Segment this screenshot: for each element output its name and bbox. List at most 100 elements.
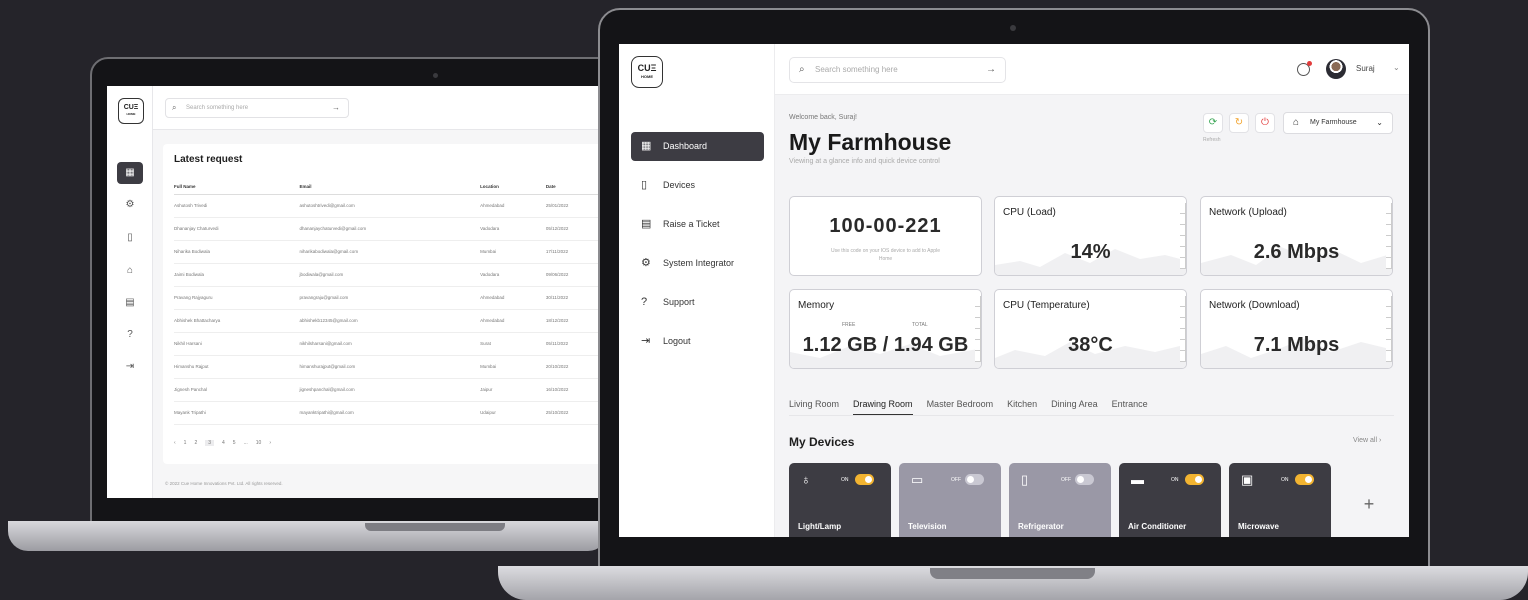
device-card-air-conditioner[interactable]: ▬ ON Air Conditioner bbox=[1119, 463, 1221, 537]
device-state: OFF bbox=[1061, 477, 1071, 483]
logout-icon[interactable]: ⇥ bbox=[123, 360, 137, 374]
back-logo[interactable]: CUΞ HOME bbox=[118, 98, 144, 124]
table-row[interactable]: Mayank Tripathi mayanktripathi@gmail.com U… bbox=[174, 401, 607, 425]
front-laptop-screen: CUΞ HOME ▦ Dashboard ▯ Devices ▤ Raise a Tic… bbox=[619, 44, 1409, 537]
view-all-link[interactable]: View all › bbox=[1353, 437, 1381, 444]
nav-support[interactable]: ? Support bbox=[631, 288, 764, 317]
tab-master-bedroom[interactable]: Master Bedroom bbox=[927, 399, 994, 415]
column-header[interactable]: Full Name bbox=[174, 180, 300, 195]
device-toggle[interactable] bbox=[965, 474, 984, 485]
table-cell: dhananjaychaturvedi@gmail.com bbox=[299, 217, 481, 241]
device-card-television[interactable]: ▭ OFF Television bbox=[899, 463, 1001, 537]
chevron-down-icon[interactable]: ⌄ bbox=[1393, 63, 1400, 72]
nav-dashboard[interactable]: ▦ Dashboard bbox=[631, 132, 764, 161]
device-toggle[interactable] bbox=[1075, 474, 1094, 485]
page-link[interactable]: 10 bbox=[256, 440, 262, 446]
home-select[interactable]: ⌂ My Farmhouse ⌄ bbox=[1283, 112, 1393, 134]
tab-living-room[interactable]: Living Room bbox=[789, 399, 839, 415]
nav-label: System Integrator bbox=[663, 258, 735, 268]
table-row[interactable]: Dhananjay Chaturvedi dhananjaychaturvedi@… bbox=[174, 217, 607, 241]
pagination: ‹ 1 2 3 4 5... 10 › bbox=[174, 440, 271, 446]
device-toggle[interactable] bbox=[1295, 474, 1314, 485]
tile-label: Network (Upload) bbox=[1209, 207, 1287, 218]
logo[interactable]: CUΞ HOME bbox=[631, 56, 663, 88]
integrator-icon[interactable]: ⚙ bbox=[123, 198, 137, 212]
tab-drawing-room[interactable]: Drawing Room bbox=[853, 399, 913, 415]
column-header[interactable]: Email bbox=[299, 180, 481, 195]
table-cell: Ahmedabad bbox=[480, 286, 546, 310]
device-card-light[interactable]: ♁ ON Light/Lamp bbox=[789, 463, 891, 537]
device-state: OFF bbox=[951, 477, 961, 483]
arrow-right-icon[interactable]: → bbox=[986, 58, 996, 82]
card-title: Latest request bbox=[174, 154, 243, 165]
page-link[interactable]: ... bbox=[244, 440, 248, 446]
table-cell: Jignesh Panchal bbox=[174, 378, 300, 402]
devices-icon[interactable]: ▯ bbox=[123, 231, 137, 245]
dashboard-icon[interactable]: ▦ bbox=[117, 162, 143, 184]
back-laptop-notch bbox=[365, 523, 505, 531]
table-row[interactable]: Abhishek Bhattacharya abhishekb12345@gmai… bbox=[174, 309, 607, 333]
page-link[interactable]: ‹ bbox=[174, 440, 176, 446]
home-icon[interactable]: ⌂ bbox=[123, 264, 137, 278]
tile-value: 1.12 GB / 1.94 GB bbox=[802, 334, 969, 356]
table-cell: Himanshu Rajput bbox=[174, 355, 300, 379]
table-row[interactable]: Jignesh Panchal jigneshpanchal@gmail.com J… bbox=[174, 378, 607, 402]
page-title: My Farmhouse bbox=[789, 129, 952, 155]
table-cell: Mumbai bbox=[480, 240, 546, 264]
sync-icon[interactable]: ↻ bbox=[1229, 113, 1249, 133]
page-link[interactable]: 2 bbox=[194, 440, 197, 446]
page-link[interactable]: 4 bbox=[222, 440, 225, 446]
device-state: ON bbox=[841, 477, 849, 483]
column-header[interactable]: Location bbox=[480, 180, 546, 195]
nav-logout[interactable]: ⇥ Logout bbox=[631, 327, 764, 356]
back-search-input[interactable]: ⌕ Search something here → bbox=[165, 98, 349, 118]
table-cell: Udaipur bbox=[480, 401, 546, 425]
user-name[interactable]: Suraj bbox=[1356, 64, 1375, 73]
logo-subtext: HOME bbox=[641, 74, 653, 79]
network-download-tile: Network (Download) 7.1 Mbps bbox=[1200, 289, 1393, 369]
table-row[interactable]: Ashutosh Trivedi ashutoshtrivedi@gmail.co… bbox=[174, 194, 607, 218]
table-row[interactable]: Jaimi Bodiwala jbodiwala@gmail.com Vadodar… bbox=[174, 263, 607, 287]
tab-entrance[interactable]: Entrance bbox=[1112, 399, 1148, 415]
table-row[interactable]: Niharika Bodiwala niharikabodiwala@gmail.… bbox=[174, 240, 607, 264]
page-link[interactable]: 5 bbox=[233, 440, 236, 446]
refresh-icon[interactable]: ⟳ bbox=[1203, 113, 1223, 133]
tab-dining-area[interactable]: Dining Area bbox=[1051, 399, 1098, 415]
power-icon[interactable]: ⏻ bbox=[1255, 113, 1275, 133]
table-cell: niharikabodiwala@gmail.com bbox=[299, 240, 481, 264]
avatar[interactable] bbox=[1326, 59, 1346, 79]
nav-label: Support bbox=[663, 297, 695, 307]
table-row[interactable]: Nikhil Harsani nikhilsharsani@gmail.com Su… bbox=[174, 332, 607, 356]
page-link[interactable]: › bbox=[269, 440, 271, 446]
nav-devices[interactable]: ▯ Devices bbox=[631, 171, 764, 200]
tab-kitchen[interactable]: Kitchen bbox=[1007, 399, 1037, 415]
device-card-microwave[interactable]: ▣ ON Microwave bbox=[1229, 463, 1331, 537]
tile-scale bbox=[1180, 203, 1186, 269]
search-input[interactable]: ⌕ Search something here → bbox=[789, 57, 1006, 83]
gear-icon: ⚙ bbox=[641, 257, 651, 269]
table-row[interactable]: Himanshu Rajput himanshurajput@gmail.com M… bbox=[174, 355, 607, 379]
nav-label: Raise a Ticket bbox=[663, 219, 720, 229]
ticket-icon[interactable]: ▤ bbox=[123, 296, 137, 310]
page-link[interactable]: 3 bbox=[205, 440, 215, 446]
tile-scale bbox=[1386, 296, 1392, 362]
table-row[interactable]: Pravang Rajyaguru pravangraju@gmail.com Ah… bbox=[174, 286, 607, 310]
add-device-button[interactable]: + bbox=[1339, 463, 1399, 537]
page-link[interactable]: 1 bbox=[184, 440, 187, 446]
home-icon: ⌂ bbox=[1293, 117, 1300, 128]
device-name: Refrigerator bbox=[1018, 522, 1064, 531]
device-toggle[interactable] bbox=[855, 474, 874, 485]
tile-scale bbox=[1386, 203, 1392, 269]
memory-tile: Memory FREE TOTAL 1.12 GB / 1.94 GB bbox=[789, 289, 982, 369]
table-cell: Vadodara bbox=[480, 217, 546, 241]
device-card-refrigerator[interactable]: ▯ OFF Refrigerator bbox=[1009, 463, 1111, 537]
support-icon[interactable]: ? bbox=[123, 328, 137, 342]
notification-icon[interactable] bbox=[1297, 61, 1312, 76]
arrow-right-icon[interactable]: → bbox=[332, 99, 340, 117]
nav-raise-ticket[interactable]: ▤ Raise a Ticket bbox=[631, 210, 764, 239]
tile-value: 7.1 Mbps bbox=[1253, 334, 1340, 356]
nav-system-integrator[interactable]: ⚙ System Integrator bbox=[631, 249, 764, 278]
logo-text: CUΞ bbox=[637, 63, 657, 73]
network-upload-tile: Network (Upload) 2.6 Mbps bbox=[1200, 196, 1393, 276]
device-toggle[interactable] bbox=[1185, 474, 1204, 485]
